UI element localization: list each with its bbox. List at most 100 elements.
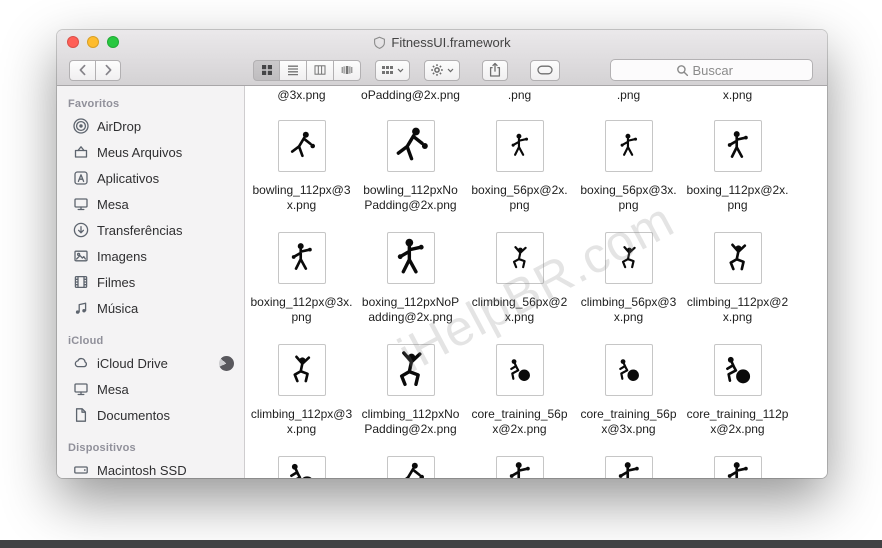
- file-item-cutoff: [356, 456, 465, 478]
- downloads-icon: [72, 222, 89, 239]
- icon-view-icon: [261, 64, 273, 76]
- desktop-icon: [72, 196, 89, 213]
- file-item-core-training-56px-3x-png: core_training_56px@3x.png: [574, 344, 683, 456]
- sidebar-item-icloud-drive[interactable]: iCloud Drive: [57, 350, 244, 376]
- cloud-icon: [72, 355, 89, 372]
- sidebar-item-imagens[interactable]: Imagens: [57, 243, 244, 269]
- search-input[interactable]: [693, 63, 748, 78]
- file-item-cutoff: [247, 456, 356, 478]
- sidebar-item-label: Filmes: [97, 275, 135, 290]
- zoom-button[interactable]: [107, 36, 119, 48]
- action-button[interactable]: [424, 60, 460, 81]
- file-item-core-training-112px-2x-png: core_training_112px@2x.png: [683, 344, 792, 456]
- file-icon-climbing-56px-3x-png[interactable]: [605, 232, 653, 284]
- desktop-icon: [72, 381, 89, 398]
- file-icon-boxing-112pxnopadding-2x-png[interactable]: [387, 232, 435, 284]
- sidebar-item-transfer-ncias[interactable]: Transferências: [57, 217, 244, 243]
- file-browser-content: @3x.pngoPadding@2x.png.png.pngx.pngbowli…: [245, 86, 827, 478]
- sidebar-item-label: Transferências: [97, 223, 183, 238]
- file-icon-cutoff[interactable]: [496, 456, 544, 478]
- file-icon-climbing-112px-2x-png[interactable]: [714, 232, 762, 284]
- file-item-cutoff: [574, 456, 683, 478]
- sidebar-item-aplicativos[interactable]: Aplicativos: [57, 165, 244, 191]
- sidebar-item-m-sica[interactable]: Música: [57, 295, 244, 321]
- file-icon-bowling-112px-3x-png[interactable]: [278, 120, 326, 172]
- sidebar-item-label: Documentos: [97, 408, 170, 423]
- airdrop-icon: [72, 118, 89, 135]
- coverflow-view-icon: [341, 64, 353, 76]
- group-icon: [381, 65, 394, 76]
- sidebar-item-airdrop[interactable]: AirDrop: [57, 113, 244, 139]
- file-name: boxing_112pxNoPadding@2x.png: [362, 295, 459, 325]
- sidebar-item-mesa[interactable]: Mesa: [57, 191, 244, 217]
- sidebar-item-label: Imagens: [97, 249, 147, 264]
- file-icon-cutoff[interactable]: [278, 456, 326, 478]
- close-button[interactable]: [67, 36, 79, 48]
- file-icon-climbing-112px-3x-png[interactable]: [278, 344, 326, 396]
- file-name: boxing_112px@2x.png: [686, 183, 788, 213]
- back-button[interactable]: [69, 60, 95, 81]
- file-grid-row: boxing_112px@3x.png boxing_112pxNoPadding…: [247, 232, 827, 344]
- music-icon: [72, 300, 89, 317]
- sidebar-item-label: Meus Arquivos: [97, 145, 182, 160]
- search-field[interactable]: [610, 59, 813, 81]
- file-icon-core-training-56px-3x-png[interactable]: [605, 344, 653, 396]
- sidebar-item-label: Música: [97, 301, 138, 316]
- file-icon-climbing-56px-2x-png[interactable]: [496, 232, 544, 284]
- icon-view-button[interactable]: [253, 60, 280, 81]
- finder-window: FitnessUI.framework: [57, 30, 827, 478]
- file-icon-boxing-56px-2x-png[interactable]: [496, 120, 544, 172]
- file-item-boxing-56px-2x-png: boxing_56px@2x.png: [465, 120, 574, 232]
- chevron-down-icon: [447, 68, 454, 73]
- sync-progress-badge: [219, 356, 234, 371]
- sidebar-item-mesa[interactable]: Mesa: [57, 376, 244, 402]
- arrange-button[interactable]: [375, 60, 410, 81]
- framework-icon: [373, 36, 386, 49]
- sidebar-item-label: Mesa: [97, 197, 129, 212]
- sidebar-item-meus-arquivos[interactable]: Meus Arquivos: [57, 139, 244, 165]
- movies-icon: [72, 274, 89, 291]
- sidebar-item-documentos[interactable]: Documentos: [57, 402, 244, 428]
- file-icon-boxing-112px-3x-png[interactable]: [278, 232, 326, 284]
- file-name: climbing_56px@2x.png: [472, 295, 568, 325]
- sidebar-section-title-favoritos: Favoritos: [57, 98, 244, 113]
- forward-button[interactable]: [95, 60, 121, 81]
- file-icon-boxing-112px-2x-png[interactable]: [714, 120, 762, 172]
- column-view-icon: [314, 64, 326, 76]
- edit-tags-button[interactable]: [530, 60, 560, 81]
- file-name: boxing_56px@3x.png: [580, 183, 676, 213]
- file-icon-core-training-112px-2x-png[interactable]: [714, 344, 762, 396]
- coverflow-view-button[interactable]: [334, 60, 361, 81]
- file-icon-core-training-56px-2x-png[interactable]: [496, 344, 544, 396]
- file-item-boxing-112px-2x-png: boxing_112px@2x.png: [683, 120, 792, 232]
- sidebar-item-label: Macintosh SSD: [97, 463, 187, 478]
- file-item-cutoff: [465, 456, 574, 478]
- column-view-button[interactable]: [307, 60, 334, 81]
- file-grid-row: climbing_112px@3x.pngclimbing_112pxNoPad…: [247, 344, 827, 456]
- file-icon-climbing-112pxnopadding-2x-png[interactable]: [387, 344, 435, 396]
- file-name: .png: [574, 88, 683, 103]
- titlebar[interactable]: FitnessUI.framework: [57, 30, 827, 55]
- file-grid: @3x.pngoPadding@2x.png.png.pngx.pngbowli…: [245, 86, 827, 478]
- minimize-button[interactable]: [87, 36, 99, 48]
- file-name: boxing_112px@3x.png: [250, 295, 352, 325]
- file-name: climbing_112pxNoPadding@2x.png: [362, 407, 460, 437]
- file-item-climbing-112px-3x-png: climbing_112px@3x.png: [247, 344, 356, 456]
- file-grid-row-partial: [247, 456, 827, 478]
- file-name: core_training_112px@2x.png: [687, 407, 789, 437]
- file-name: bowling_112pxNoPadding@2x.png: [363, 183, 458, 213]
- file-icon-bowling-112pxnopadding-2x-png[interactable]: [387, 120, 435, 172]
- file-icon-cutoff[interactable]: [605, 456, 653, 478]
- file-icon-cutoff[interactable]: [714, 456, 762, 478]
- back-icon: [76, 63, 90, 77]
- file-name: bowling_112px@3x.png: [252, 183, 350, 213]
- file-item-cutoff: [683, 456, 792, 478]
- list-view-button[interactable]: [280, 60, 307, 81]
- sidebar-item-filmes[interactable]: Filmes: [57, 269, 244, 295]
- file-icon-cutoff[interactable]: [387, 456, 435, 478]
- sidebar-item-label: iCloud Drive: [97, 356, 168, 371]
- share-button[interactable]: [482, 60, 508, 81]
- images-icon: [72, 248, 89, 265]
- sidebar-item-macintosh-ssd[interactable]: Macintosh SSD: [57, 457, 244, 478]
- file-icon-boxing-56px-3x-png[interactable]: [605, 120, 653, 172]
